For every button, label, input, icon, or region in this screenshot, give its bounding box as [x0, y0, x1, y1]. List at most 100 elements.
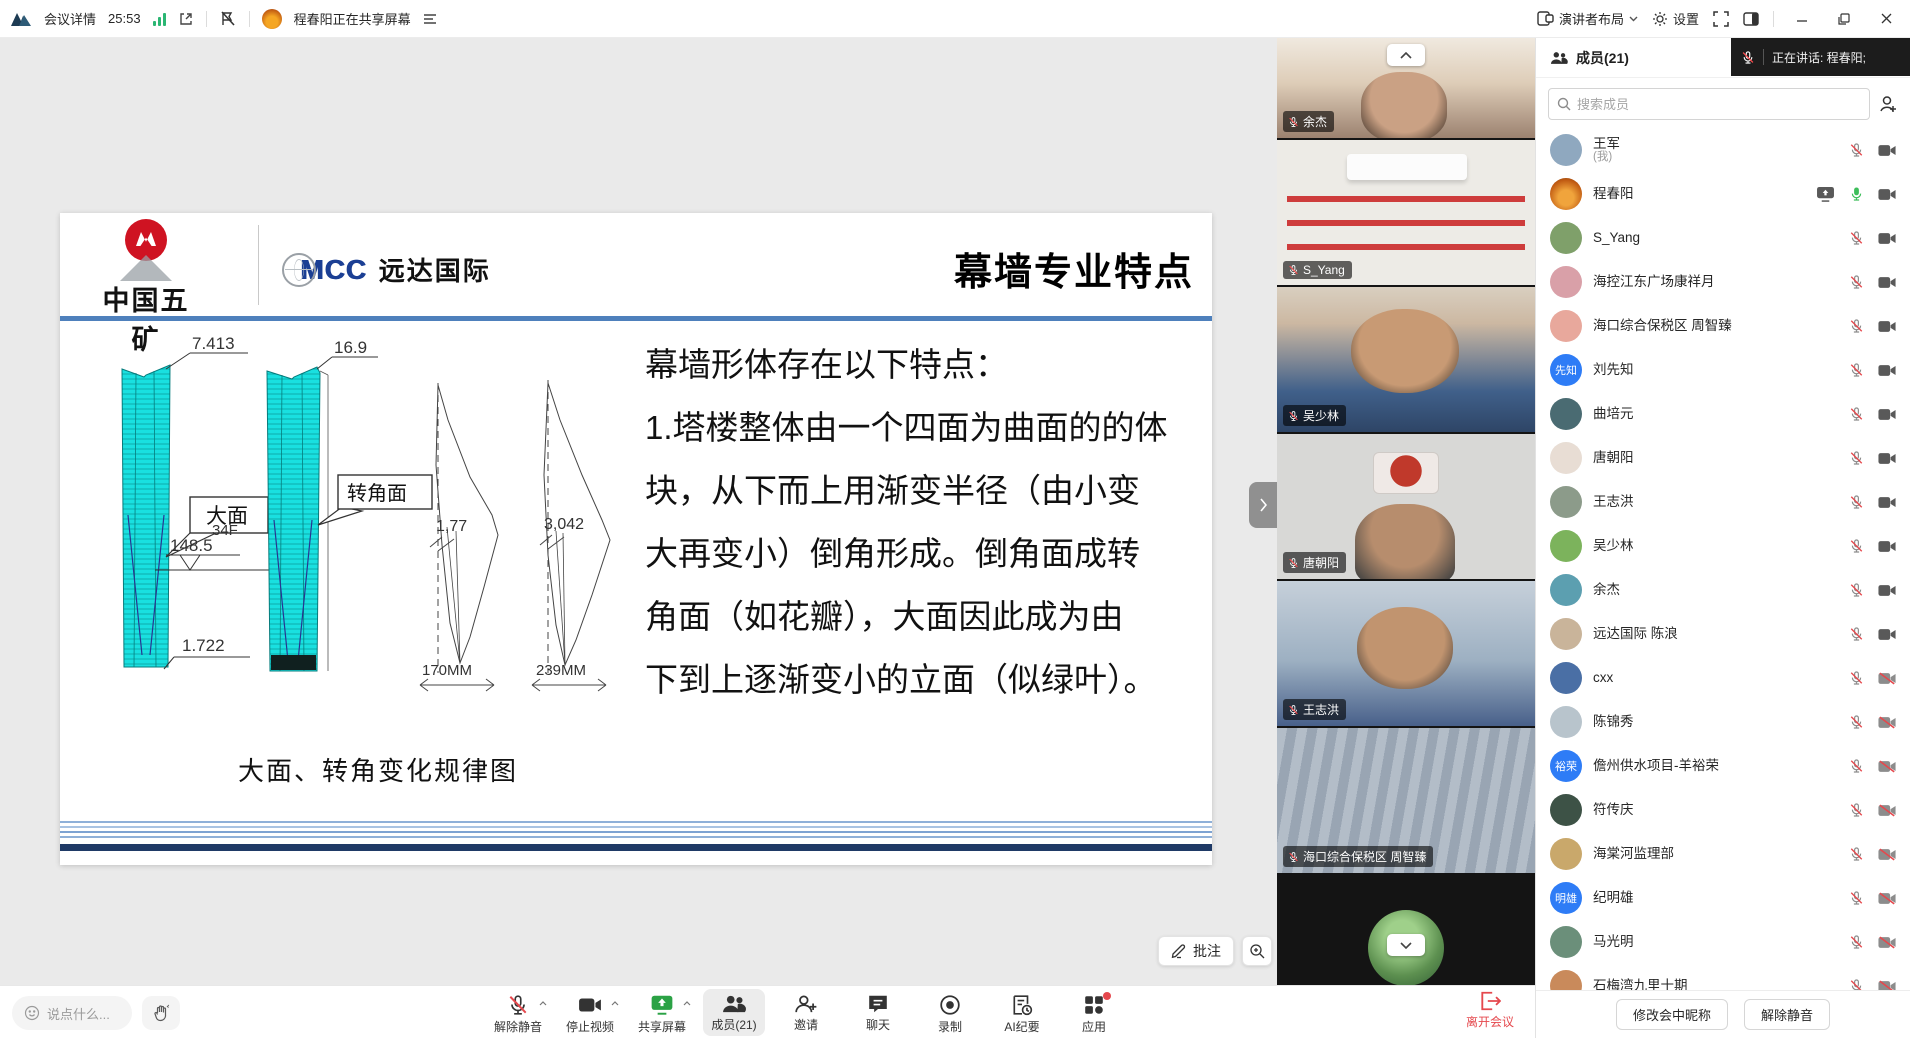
member-row[interactable]: cxx [1536, 656, 1910, 700]
mic-muted-icon [1288, 264, 1299, 276]
camera-on-icon [1878, 628, 1896, 641]
toolbar-chat[interactable]: 聊天 [847, 989, 909, 1036]
magnifier-plus-icon [1249, 943, 1265, 959]
sharing-options-icon[interactable] [423, 13, 437, 25]
fullscreen-icon[interactable] [1713, 11, 1729, 27]
member-row[interactable]: S_Yang [1536, 216, 1910, 260]
participant-name-tag: 海口综合保税区 周智臻 [1283, 846, 1433, 867]
svg-text:239MM: 239MM [536, 662, 586, 679]
camera-on-icon [1878, 496, 1896, 509]
member-row[interactable]: 裕荣 儋州供水项目-羊裕荣 [1536, 744, 1910, 788]
member-row[interactable]: 余杰 [1536, 568, 1910, 612]
layout-switcher[interactable]: 演讲者布局 [1537, 9, 1638, 28]
chevron-up-icon[interactable] [611, 1001, 619, 1006]
scroll-videos-down-button[interactable] [1387, 934, 1425, 956]
header-rule [60, 316, 1212, 321]
toolbar-share-screen[interactable]: 共享屏幕 [631, 989, 693, 1038]
chevron-up-icon[interactable] [683, 1001, 691, 1006]
member-row[interactable]: 王志洪 [1536, 480, 1910, 524]
member-row[interactable]: 远达国际 陈浪 [1536, 612, 1910, 656]
member-row[interactable]: 王军 (我) [1536, 128, 1910, 172]
member-name: 曲培元 [1593, 406, 1838, 422]
members-icon [722, 994, 746, 1014]
mic-muted-icon [1849, 362, 1864, 378]
speaking-indicator: 正在讲话: 程春阳; [1731, 38, 1910, 76]
rename-button[interactable]: 修改会中昵称 [1616, 999, 1728, 1030]
member-avatar [1550, 706, 1582, 738]
settings-button[interactable]: 设置 [1652, 9, 1699, 28]
member-row[interactable]: 程春阳 [1536, 172, 1910, 216]
member-row[interactable]: 海口综合保税区 周智臻 [1536, 304, 1910, 348]
camera-on-icon [1878, 276, 1896, 289]
quick-chat-input[interactable]: 说点什么... [12, 996, 132, 1030]
member-row[interactable]: 唐朝阳 [1536, 436, 1910, 480]
meeting-toolbar: 说点什么... 解除静音 停止视频 共享屏幕 成员(21 [0, 985, 1535, 1038]
toolbar-apps[interactable]: 应用 [1063, 989, 1125, 1038]
svg-text:148.5: 148.5 [170, 536, 213, 555]
video-tile[interactable]: 唐朝阳 [1277, 434, 1535, 579]
pagoda-icon [120, 255, 172, 281]
member-avatar [1550, 530, 1582, 562]
network-signal-icon[interactable] [153, 12, 166, 26]
participant-name-tag: 吴少林 [1283, 405, 1346, 426]
camera-on-icon [1878, 452, 1896, 465]
toolbar-record[interactable]: 录制 [919, 989, 981, 1038]
zoom-button[interactable] [1242, 936, 1272, 966]
chevron-up-icon[interactable] [539, 1001, 547, 1006]
smiley-icon [24, 1005, 40, 1021]
divider [1773, 11, 1774, 27]
mic-muted-icon [1288, 557, 1299, 569]
collapse-video-strip-handle[interactable] [1249, 482, 1277, 528]
scroll-videos-up-button[interactable] [1387, 44, 1425, 66]
toolbar-unmute[interactable]: 解除静音 [487, 989, 549, 1038]
close-button[interactable] [1872, 7, 1900, 31]
mic-muted-icon [1849, 450, 1864, 466]
side-panel-toggle-icon[interactable] [1743, 12, 1759, 26]
toolbar-invite[interactable]: 邀请 [775, 989, 837, 1036]
add-member-icon[interactable] [1878, 94, 1898, 114]
member-row[interactable]: 符传庆 [1536, 788, 1910, 832]
dnd-icon[interactable] [219, 10, 237, 28]
chevron-up-icon [1400, 52, 1412, 59]
member-row[interactable]: 马光明 [1536, 920, 1910, 964]
member-avatar [1550, 486, 1582, 518]
meeting-details-button[interactable]: 会议详情 [44, 9, 96, 28]
toolbar-stop-video[interactable]: 停止视频 [559, 989, 621, 1038]
mic-muted-icon [1849, 538, 1864, 554]
video-tile[interactable]: 海口综合保税区 周智臻 [1277, 728, 1535, 873]
unmute-button[interactable]: 解除静音 [1744, 999, 1830, 1030]
member-row[interactable]: 曲培元 [1536, 392, 1910, 436]
members-panel-footer: 修改会中昵称 解除静音 [1536, 990, 1910, 1038]
member-row[interactable]: 海棠河监理部 [1536, 832, 1910, 876]
open-in-new-icon[interactable] [178, 11, 194, 27]
window-titlebar: 会议详情 25:53 程春阳正在共享屏幕 演讲者布局 [0, 0, 1910, 38]
annotate-button[interactable]: 批注 [1158, 936, 1234, 966]
member-name: 海棠河监理部 [1593, 846, 1838, 862]
slide-title: 幕墙专业特点 [954, 241, 1194, 296]
member-row[interactable]: 明雄 纪明雄 [1536, 876, 1910, 920]
diagram-caption: 大面、转角变化规律图 [238, 751, 518, 788]
member-search-input[interactable] [1577, 97, 1861, 112]
toolbar-ai-notes[interactable]: AI纪要 [991, 989, 1053, 1038]
toolbar-members[interactable]: 成员(21) [703, 989, 765, 1036]
camera-on-icon [1878, 144, 1896, 157]
mic-muted-icon [1849, 582, 1864, 598]
member-row[interactable]: 陈锦秀 [1536, 700, 1910, 744]
raise-hand-button[interactable] [142, 996, 180, 1030]
member-row[interactable]: 吴少林 [1536, 524, 1910, 568]
member-name: 海控江东广场康祥月 [1593, 274, 1838, 290]
petal-section-large: 3,042 239MM [532, 380, 610, 691]
member-row[interactable]: 先知 刘先知 [1536, 348, 1910, 392]
member-subtitle: (我) [1593, 151, 1838, 164]
member-row[interactable]: 海控江东广场康祥月 [1536, 260, 1910, 304]
presentation-slide: 中国五矿 MCC 远达国际 幕墙专业特点 [60, 213, 1212, 865]
member-avatar [1550, 178, 1582, 210]
video-tile[interactable]: 吴少林 [1277, 287, 1535, 432]
member-search-box[interactable] [1548, 88, 1870, 120]
minimize-button[interactable] [1788, 7, 1816, 31]
video-tile[interactable]: 王志洪 [1277, 581, 1535, 726]
video-tile[interactable]: S_Yang [1277, 140, 1535, 285]
maximize-button[interactable] [1830, 7, 1858, 31]
camera-on-icon [1878, 320, 1896, 333]
leave-meeting-button[interactable]: 离开会议 [1455, 991, 1525, 1030]
